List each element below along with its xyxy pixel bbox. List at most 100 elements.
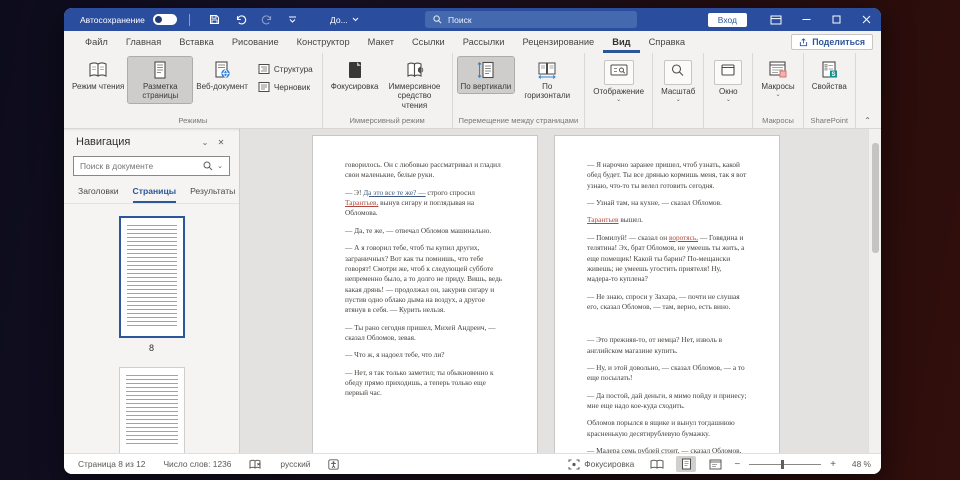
group-label-immersive: Иммерсивный режим <box>323 115 452 128</box>
chevron-down-icon: ⌄ <box>726 98 731 102</box>
read-mode-button[interactable]: Режим чтения <box>69 57 127 93</box>
properties-button[interactable]: S Свойства <box>809 57 850 93</box>
show-icon-box <box>604 60 634 85</box>
vertical-button[interactable]: По вертикали <box>458 57 515 93</box>
ribbon-display-options-button[interactable] <box>761 8 791 31</box>
vertical-scroll-icon <box>476 60 496 80</box>
ribbon-display-options-icon <box>770 15 782 25</box>
tab-mailings[interactable]: Рассылки <box>454 31 514 53</box>
window-icon-box <box>714 60 742 85</box>
read-mode-view-button[interactable] <box>647 456 667 472</box>
language-indicator[interactable]: русский <box>280 459 310 469</box>
autosave-toggle[interactable] <box>153 14 177 25</box>
horizontal-button[interactable]: По горизонтали <box>515 57 579 103</box>
zoom-slider[interactable] <box>749 464 821 465</box>
read-mode-icon <box>88 60 108 80</box>
focus-mode-button[interactable]: Фокусировка <box>568 459 634 470</box>
window-dropdown-button[interactable]: Окно ⌄ <box>709 57 747 104</box>
paragraph: — Да, те же, — отвечал Обломов машинальн… <box>345 226 505 236</box>
outline-label: Структура <box>274 65 313 74</box>
nav-tab-results[interactable]: Результаты <box>190 186 235 203</box>
tab-help[interactable]: Справка <box>640 31 694 53</box>
group-label-views: Режимы <box>64 115 322 128</box>
search-icon <box>433 15 442 24</box>
tab-draw[interactable]: Рисование <box>223 31 288 53</box>
paragraph: — Не знаю, спроси у Захара, — почти не с… <box>587 292 747 313</box>
pane-options-chevron-icon[interactable]: ⌄ <box>197 138 213 147</box>
page-indicator[interactable]: Страница 8 из 12 <box>78 459 145 469</box>
maximize-button[interactable] <box>821 8 851 31</box>
word-window: Автосохранение До... Поиск Вход <box>64 8 881 474</box>
page-thumbnail-9[interactable] <box>119 367 185 453</box>
thumbnail-content <box>127 225 177 329</box>
print-layout-button[interactable]: Разметка страницы <box>128 57 192 103</box>
draft-view-button[interactable]: Черновик <box>258 81 313 93</box>
show-icon <box>610 63 628 77</box>
immersive-reader-label: Иммерсивное средство чтения <box>386 82 444 110</box>
scrollbar-thumb[interactable] <box>872 143 879 253</box>
web-layout-view-button[interactable] <box>705 456 725 472</box>
status-bar: Страница 8 из 12 Число слов: 1236 русски… <box>64 453 881 474</box>
tab-view[interactable]: Вид <box>603 31 639 53</box>
nav-tab-pages[interactable]: Страницы <box>133 186 177 203</box>
zoom-label: Масштаб <box>661 87 695 96</box>
tab-insert[interactable]: Вставка <box>170 31 223 53</box>
group-zoom: Масштаб ⌄ <box>653 53 704 128</box>
group-label-page-movement: Перемещение между страницами <box>453 115 585 128</box>
proofing-status-button[interactable] <box>249 459 262 470</box>
document-page-9[interactable]: — Я нарочно заранее пришел, чтоб узнать,… <box>554 135 780 453</box>
customize-quick-access-button[interactable] <box>280 11 306 28</box>
tab-design[interactable]: Конструктор <box>288 31 359 53</box>
word-count[interactable]: Число слов: 1236 <box>163 459 231 469</box>
zoom-percentage[interactable]: 48 % <box>845 459 871 469</box>
page-thumbnail-8[interactable] <box>119 216 185 338</box>
immersive-reader-button[interactable]: Иммерсивное средство чтения <box>383 57 447 112</box>
zoom-slider-thumb[interactable] <box>781 460 784 469</box>
print-layout-icon <box>150 60 170 80</box>
focus-button[interactable]: Фокусировка <box>328 57 382 93</box>
tab-layout[interactable]: Макет <box>359 31 403 53</box>
macros-button[interactable]: Макросы ⌄ <box>758 57 797 99</box>
focus-mode-label: Фокусировка <box>584 459 634 469</box>
paragraph: Обломов порылся в ящике и вынул тогдашню… <box>587 418 747 439</box>
document-title[interactable]: До... <box>330 8 359 31</box>
window-icon <box>720 63 736 77</box>
undo-button[interactable] <box>228 11 254 28</box>
tab-file[interactable]: Файл <box>76 31 117 53</box>
save-button[interactable] <box>202 11 228 28</box>
document-page-8[interactable]: говорилось. Он с любовью рассматривал и … <box>312 135 538 453</box>
zoom-out-button[interactable]: − <box>734 459 740 470</box>
properties-icon: S <box>819 60 839 80</box>
web-layout-button[interactable]: Веб-документ <box>193 57 251 93</box>
document-search-box[interactable]: ⌄ <box>73 156 230 176</box>
zoom-dropdown-button[interactable]: Масштаб ⌄ <box>658 57 698 104</box>
paragraph: — Это прежняя-то, от немца? Нет, изволь … <box>587 335 747 356</box>
autosave-label: Автосохранение <box>80 15 145 25</box>
outline-view-button[interactable]: Структура <box>258 63 313 75</box>
tab-home[interactable]: Главная <box>117 31 170 53</box>
print-layout-view-icon <box>681 458 692 470</box>
accessibility-checker-button[interactable] <box>328 459 339 470</box>
print-layout-view-button[interactable] <box>676 456 696 472</box>
vertical-scrollbar[interactable] <box>868 129 881 453</box>
tab-review[interactable]: Рецензирование <box>513 31 603 53</box>
close-button[interactable] <box>851 8 881 31</box>
toggle-knob-icon <box>155 16 162 23</box>
show-dropdown-button[interactable]: Отображение ⌄ <box>590 57 647 104</box>
nav-tab-headings[interactable]: Заголовки <box>78 186 119 203</box>
group-label-show <box>585 115 652 128</box>
signin-button[interactable]: Вход <box>708 13 747 27</box>
collapse-ribbon-button[interactable]: ⌃ <box>864 116 871 125</box>
search-options-chevron-icon[interactable]: ⌄ <box>217 162 223 170</box>
search-box[interactable]: Поиск <box>425 11 637 28</box>
minimize-button[interactable] <box>791 8 821 31</box>
redo-button[interactable] <box>254 11 280 28</box>
page-thumbnails-list: 8 <box>64 204 239 453</box>
zoom-in-button[interactable]: + <box>830 459 836 470</box>
share-button[interactable]: Поделиться <box>791 34 873 50</box>
close-pane-icon[interactable]: ✕ <box>213 138 229 147</box>
read-mode-label: Режим чтения <box>72 82 124 91</box>
document-search-input[interactable] <box>80 161 199 171</box>
paragraph: говорилось. Он с любовью рассматривал и … <box>345 160 505 181</box>
tab-references[interactable]: Ссылки <box>403 31 454 53</box>
